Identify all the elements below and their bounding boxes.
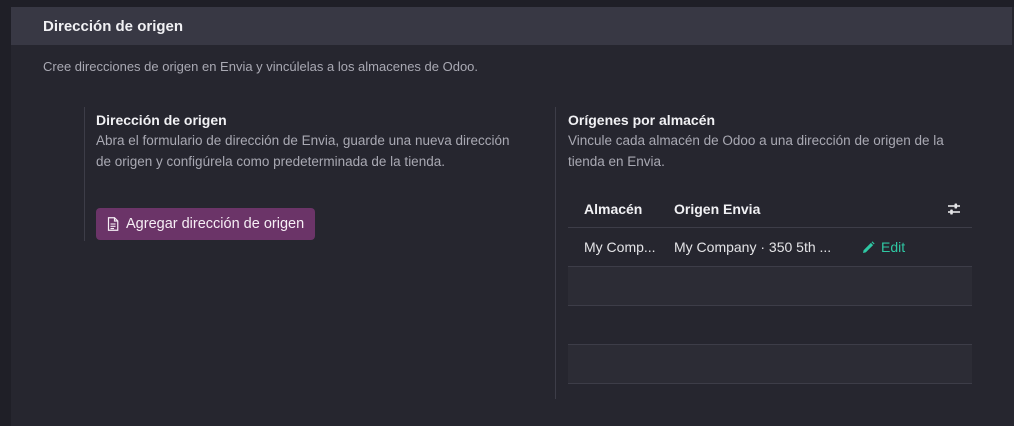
top-strip [11, 0, 1014, 7]
add-origin-address-button[interactable]: Agregar dirección de origen [96, 208, 316, 240]
pencil-icon [863, 240, 875, 253]
section-description: Cree direcciones de origen en Envia y vi… [43, 59, 479, 74]
cell-origen-envia: My Company · 350 5th ... [674, 239, 832, 255]
edit-link[interactable]: Edit [862, 239, 905, 255]
table-row[interactable]: My Comp... My Company · 350 5th ... Edit [568, 228, 972, 267]
sliders-icon[interactable] [946, 201, 962, 217]
warehouse-origins-table: Almacén Origen Envia My Comp... My Compa… [568, 190, 972, 384]
section-header: Dirección de origen [11, 7, 1012, 45]
settings-page: Dirección de origen Cree direcciones de … [0, 0, 1014, 426]
document-icon [107, 217, 119, 231]
empty-row [568, 306, 972, 345]
warehouse-block-title: Orígenes por almacén [568, 112, 716, 128]
origin-block-description: Abra el formulario de dirección de Envia… [96, 133, 510, 169]
column-header-origen-envia[interactable]: Origen Envia [674, 201, 760, 217]
warehouse-block-description: Vincule cada almacén de Odoo a una direc… [568, 133, 944, 169]
empty-row [568, 345, 972, 384]
table-header: Almacén Origen Envia [568, 190, 972, 228]
column-header-almacen[interactable]: Almacén [584, 201, 642, 217]
origin-block-title: Dirección de origen [96, 112, 227, 128]
warehouse-origins-block: Orígenes por almacén Vincule cada almacé… [555, 107, 975, 399]
origin-address-block: Dirección de origen Abra el formulario d… [84, 107, 524, 241]
left-rail [0, 0, 11, 426]
add-origin-address-label: Agregar dirección de origen [126, 216, 305, 232]
edit-label: Edit [881, 239, 906, 255]
empty-row [568, 267, 972, 306]
section-title: Dirección de origen [43, 17, 184, 35]
cell-almacen: My Comp... [584, 239, 656, 255]
